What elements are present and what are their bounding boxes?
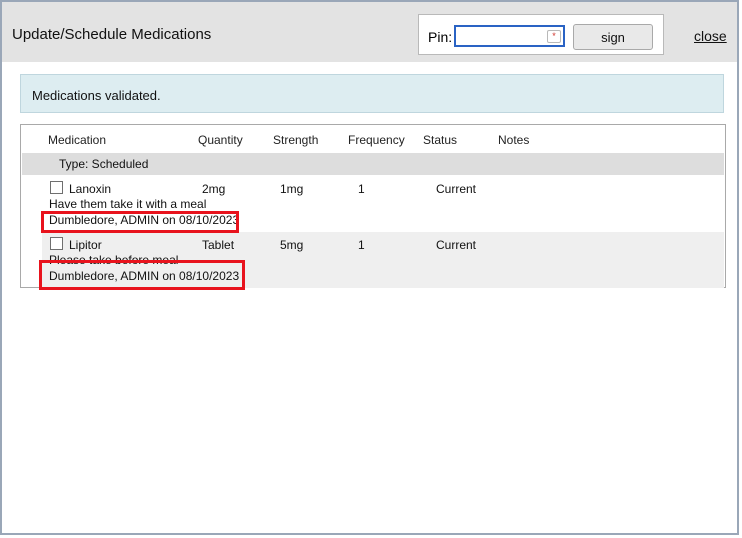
- medication-name: Lipitor: [69, 238, 102, 252]
- medication-quantity: 2mg: [202, 182, 226, 196]
- medication-status: Current: [436, 182, 477, 196]
- column-header-status[interactable]: Status: [423, 133, 457, 147]
- dialog-title: Update/Schedule Medications: [12, 26, 212, 43]
- row-checkbox[interactable]: [50, 181, 63, 194]
- medication-status: Current: [436, 238, 477, 252]
- medication-note: Have them take it with a meal: [49, 197, 207, 211]
- highlight-box: [39, 260, 245, 290]
- validation-message-text: Medications validated.: [32, 88, 161, 103]
- pin-sign-panel: Pin: * sign: [418, 14, 664, 55]
- row-checkbox[interactable]: [50, 237, 63, 250]
- group-row-scheduled[interactable]: Type: Scheduled: [22, 153, 724, 175]
- column-header-strength[interactable]: Strength: [273, 133, 318, 147]
- medication-frequency: 1: [358, 238, 365, 252]
- column-header-medication[interactable]: Medication: [48, 133, 106, 147]
- medication-frequency: 1: [358, 182, 365, 196]
- sign-button[interactable]: sign: [573, 24, 653, 50]
- pin-label: Pin:: [428, 29, 453, 45]
- highlight-box: [41, 211, 239, 233]
- required-field-icon: *: [547, 30, 561, 43]
- update-schedule-medications-dialog: Update/Schedule Medications Pin: * sign …: [0, 0, 739, 535]
- validation-message: Medications validated.: [20, 74, 724, 113]
- dialog-header: Update/Schedule Medications Pin: * sign …: [2, 2, 737, 62]
- medication-quantity: Tablet: [202, 238, 235, 252]
- column-header-notes[interactable]: Notes: [498, 133, 529, 147]
- group-label: Type: Scheduled: [59, 157, 149, 171]
- column-header-frequency[interactable]: Frequency: [348, 133, 405, 147]
- medication-strength: 5mg: [280, 238, 304, 252]
- medication-strength: 1mg: [280, 182, 304, 196]
- close-link[interactable]: close: [694, 28, 727, 44]
- column-header-quantity[interactable]: Quantity: [198, 133, 243, 147]
- medication-name: Lanoxin: [69, 182, 112, 196]
